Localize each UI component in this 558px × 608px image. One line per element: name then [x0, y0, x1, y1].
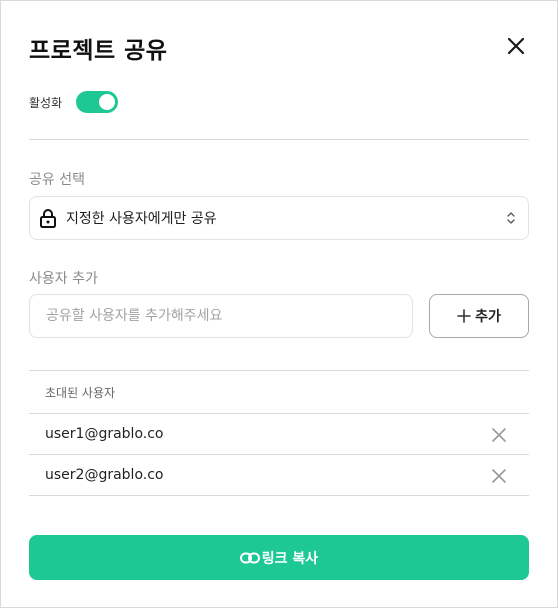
invited-user-row: user1@grablo.co — [29, 414, 529, 455]
chevron-up-down-icon — [507, 212, 515, 224]
dialog-title: 프로젝트 공유 — [29, 38, 168, 64]
user-search-input[interactable] — [29, 294, 413, 338]
activation-label: 활성화 — [29, 95, 63, 110]
invited-user-row: user2@grablo.co — [29, 455, 529, 496]
add-button-label: 추가 — [475, 309, 501, 325]
close-icon — [507, 37, 525, 55]
activation-row: 활성화 — [29, 91, 119, 113]
remove-user-button[interactable] — [489, 466, 509, 486]
copy-link-label: 링크 복사 — [261, 550, 319, 567]
invited-user-email: user1@grablo.co — [45, 426, 164, 442]
remove-user-button[interactable] — [489, 425, 509, 445]
activation-toggle[interactable] — [76, 91, 119, 113]
close-icon — [492, 428, 506, 442]
link-icon — [239, 552, 260, 563]
invited-users-header: 초대된 사용자 — [29, 370, 529, 414]
share-type-select[interactable]: 지정한 사용자에게만 공유 — [29, 196, 529, 240]
share-select-label: 공유 선택 — [29, 172, 85, 188]
add-user-button[interactable]: 추가 — [429, 294, 529, 338]
plus-icon — [457, 309, 471, 323]
add-user-label: 사용자 추가 — [29, 271, 98, 287]
copy-link-button[interactable]: 링크 복사 — [29, 535, 529, 580]
close-icon — [492, 469, 506, 483]
close-button[interactable] — [501, 31, 531, 61]
share-type-value: 지정한 사용자에게만 공유 — [66, 211, 217, 227]
lock-icon — [40, 209, 56, 228]
toggle-knob — [99, 94, 116, 110]
invited-user-email: user2@grablo.co — [45, 467, 164, 483]
divider — [29, 139, 529, 140]
share-project-dialog: 프로젝트 공유 활성화 공유 선택 지정한 사용자에게만 공유 사용자 추가 추… — [0, 0, 558, 608]
